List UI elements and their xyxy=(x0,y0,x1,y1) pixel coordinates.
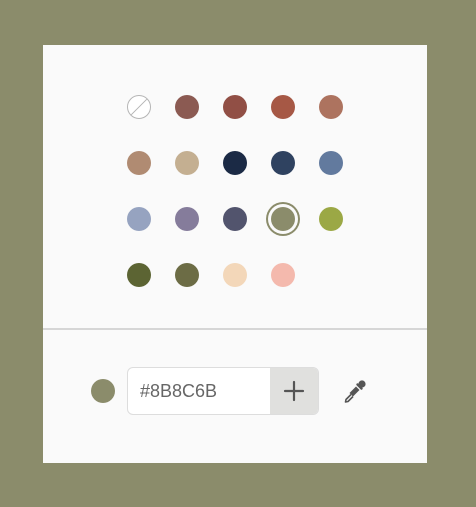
color-swatch[interactable] xyxy=(223,263,247,287)
no-color-icon[interactable] xyxy=(127,95,151,119)
color-swatch[interactable] xyxy=(271,95,295,119)
color-swatch[interactable] xyxy=(271,263,295,287)
color-swatch[interactable] xyxy=(175,207,199,231)
color-swatch[interactable] xyxy=(127,151,151,175)
color-swatch[interactable] xyxy=(319,207,343,231)
eyedropper-button[interactable] xyxy=(339,375,371,407)
hex-color-input[interactable] xyxy=(128,368,270,414)
color-swatch[interactable] xyxy=(175,151,199,175)
color-swatch[interactable] xyxy=(127,207,151,231)
add-color-button[interactable] xyxy=(270,368,318,414)
divider xyxy=(43,328,427,330)
color-swatch[interactable] xyxy=(223,95,247,119)
color-swatch[interactable] xyxy=(175,263,199,287)
hex-input-group xyxy=(127,367,319,415)
color-swatch[interactable] xyxy=(223,151,247,175)
eyedropper-icon xyxy=(344,380,366,403)
color-swatch[interactable] xyxy=(223,207,247,231)
plus-icon xyxy=(283,380,305,402)
color-swatch[interactable] xyxy=(127,263,151,287)
color-swatch[interactable] xyxy=(271,151,295,175)
current-color-swatch xyxy=(91,379,115,403)
color-swatch[interactable] xyxy=(319,151,343,175)
color-swatch-selected[interactable] xyxy=(271,207,295,231)
color-swatch[interactable] xyxy=(319,95,343,119)
color-picker-panel xyxy=(43,45,427,463)
color-swatch[interactable] xyxy=(175,95,199,119)
